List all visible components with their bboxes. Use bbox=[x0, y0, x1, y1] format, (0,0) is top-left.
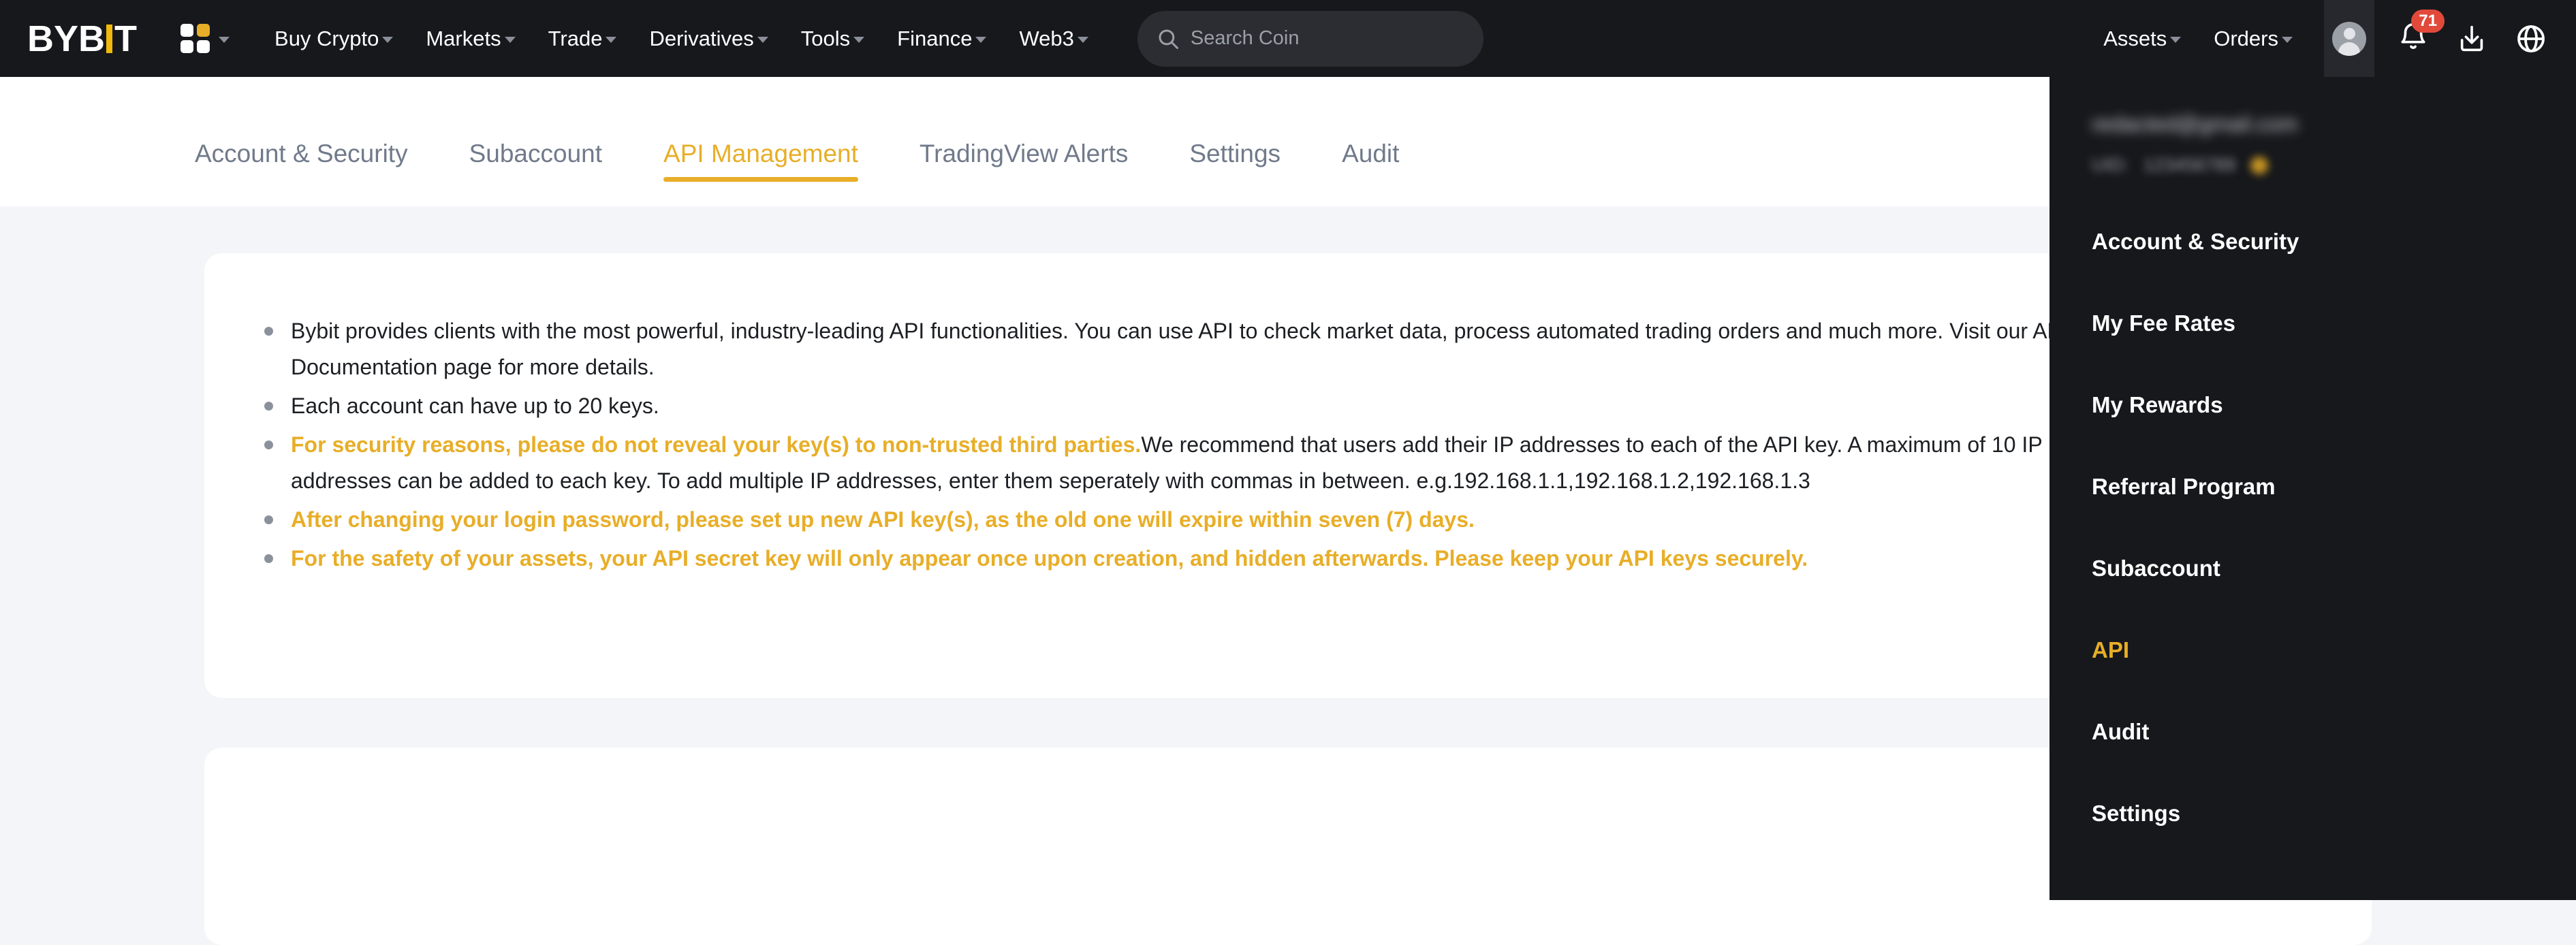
nav-label: Buy Crypto bbox=[274, 26, 379, 50]
download-icon bbox=[2460, 25, 2483, 51]
logo-accent-bar bbox=[106, 24, 113, 53]
dropdown-item-referral-program[interactable]: Referral Program bbox=[2092, 474, 2576, 508]
account-dropdown-panel: redacted@gmail.com UID: 123456789 Accoun… bbox=[2049, 54, 2576, 900]
bullet-dot-icon bbox=[264, 554, 273, 563]
nav-label: Trade bbox=[548, 26, 603, 50]
info-bullet-key-limit: Each account can have up to 20 keys. bbox=[264, 388, 2103, 424]
user-avatar-icon bbox=[2332, 21, 2366, 56]
nav-label: Web3 bbox=[1019, 26, 1074, 50]
logo-text-first: BYB bbox=[27, 18, 106, 59]
language-selector-button[interactable] bbox=[2515, 22, 2547, 55]
tab-audit[interactable]: Audit bbox=[1342, 140, 1399, 206]
nav-item-web3[interactable]: Web3 bbox=[1003, 27, 1104, 51]
nav-item-assets[interactable]: Assets bbox=[2087, 27, 2197, 51]
nav-item-markets[interactable]: Markets bbox=[409, 27, 531, 51]
logo-text-second: T bbox=[114, 18, 138, 59]
info-bullet-text: For security reasons, please do not reve… bbox=[291, 427, 2103, 499]
info-bullet-text: Bybit provides clients with the most pow… bbox=[291, 319, 2068, 379]
nav-label: Assets bbox=[2103, 26, 2167, 50]
nav-item-derivatives[interactable]: Derivatives bbox=[633, 27, 784, 51]
bullet-dot-icon bbox=[264, 402, 273, 411]
chevron-down-icon bbox=[1077, 37, 1088, 43]
tab-api-management[interactable]: API Management bbox=[663, 140, 858, 206]
info-bullet-text: For the safety of your assets, your API … bbox=[291, 546, 1808, 571]
uid-value: 123456789 bbox=[2143, 155, 2236, 175]
tab-subaccount[interactable]: Subaccount bbox=[469, 140, 602, 206]
dropdown-item-subaccount[interactable]: Subaccount bbox=[2092, 556, 2576, 590]
info-bullet-text: Each account can have up to 20 keys. bbox=[291, 394, 659, 418]
dropdown-item-api[interactable]: API bbox=[2092, 637, 2576, 671]
chevron-down-icon bbox=[219, 37, 230, 43]
apps-grid-menu[interactable] bbox=[180, 24, 230, 53]
nav-label: Tools bbox=[800, 26, 851, 50]
dropdown-item-settings[interactable]: Settings bbox=[2092, 801, 2576, 835]
chevron-down-icon bbox=[2170, 37, 2182, 43]
nav-right-cluster: Assets Orders 71 bbox=[2087, 0, 2576, 77]
api-key-records-card bbox=[204, 748, 2372, 945]
chevron-down-icon bbox=[853, 37, 865, 43]
info-bullet-lead: For security reasons, please do not reve… bbox=[291, 432, 1142, 457]
download-app-button[interactable] bbox=[2456, 23, 2487, 54]
bullet-dot-icon bbox=[264, 327, 273, 336]
chevron-down-icon bbox=[2282, 37, 2293, 43]
nav-item-tools[interactable]: Tools bbox=[785, 27, 881, 51]
info-bullet-password-change: After changing your login password, plea… bbox=[264, 502, 2103, 538]
account-dropdown-menu: Account & Security My Fee Rates My Rewar… bbox=[2092, 229, 2576, 835]
tab-settings[interactable]: Settings bbox=[1189, 140, 1281, 206]
chevron-down-icon bbox=[975, 37, 987, 43]
notification-count-badge: 71 bbox=[2411, 10, 2445, 33]
api-info-bullet-list: Bybit provides clients with the most pow… bbox=[204, 253, 2372, 577]
globe-icon bbox=[2517, 25, 2545, 52]
bullet-dot-icon bbox=[264, 515, 273, 524]
nav-label: Markets bbox=[426, 26, 501, 50]
nav-item-buy-crypto[interactable]: Buy Crypto bbox=[258, 27, 409, 51]
api-info-card: Bybit provides clients with the most pow… bbox=[204, 253, 2372, 698]
dropdown-item-audit[interactable]: Audit bbox=[2092, 719, 2576, 753]
search-coin-box[interactable]: Search Coin bbox=[1137, 10, 1483, 67]
dropdown-item-my-fee-rates[interactable]: My Fee Rates bbox=[2092, 310, 2576, 345]
chevron-down-icon bbox=[382, 37, 394, 43]
tab-account-security[interactable]: Account & Security bbox=[195, 140, 408, 206]
info-bullet-text: After changing your login password, plea… bbox=[291, 507, 1475, 532]
info-bullet-secret-key: For the safety of your assets, your API … bbox=[264, 541, 2103, 577]
account-avatar-button[interactable] bbox=[2324, 0, 2374, 77]
chevron-down-icon bbox=[757, 37, 768, 43]
tab-tradingview-alerts[interactable]: TradingView Alerts bbox=[920, 140, 1128, 206]
primary-nav-links: Buy Crypto Markets Trade Derivatives Too… bbox=[258, 27, 1105, 51]
search-input-placeholder[interactable]: Search Coin bbox=[1191, 27, 1300, 50]
nav-item-orders[interactable]: Orders bbox=[2197, 27, 2309, 51]
nav-item-finance[interactable]: Finance bbox=[881, 27, 1003, 51]
account-email: redacted@gmail.com bbox=[2092, 112, 2298, 136]
info-bullet-overview: Bybit provides clients with the most pow… bbox=[264, 313, 2103, 385]
uid-label: UID: bbox=[2092, 155, 2129, 175]
nav-item-trade[interactable]: Trade bbox=[532, 27, 633, 51]
info-bullet-security: For security reasons, please do not reve… bbox=[264, 427, 2103, 499]
dropdown-item-my-rewards[interactable]: My Rewards bbox=[2092, 392, 2576, 426]
account-uid-row: UID: 123456789 bbox=[2092, 155, 2576, 176]
nav-label: Orders bbox=[2214, 26, 2278, 50]
top-navigation-bar: BYB T Buy Crypto Markets Trade Derivative… bbox=[0, 0, 2576, 77]
chevron-down-icon bbox=[504, 37, 516, 43]
chevron-down-icon bbox=[606, 37, 617, 43]
nav-label: Derivatives bbox=[649, 26, 754, 50]
nav-label: Finance bbox=[897, 26, 973, 50]
notifications-button[interactable]: 71 bbox=[2398, 10, 2445, 56]
apps-grid-icon bbox=[180, 24, 210, 53]
dropdown-item-account-security[interactable]: Account & Security bbox=[2092, 229, 2576, 263]
bybit-logo[interactable]: BYB T bbox=[27, 18, 137, 60]
search-icon bbox=[1159, 29, 1178, 49]
bullet-dot-icon bbox=[264, 441, 273, 449]
vip-badge-icon bbox=[2250, 156, 2269, 174]
